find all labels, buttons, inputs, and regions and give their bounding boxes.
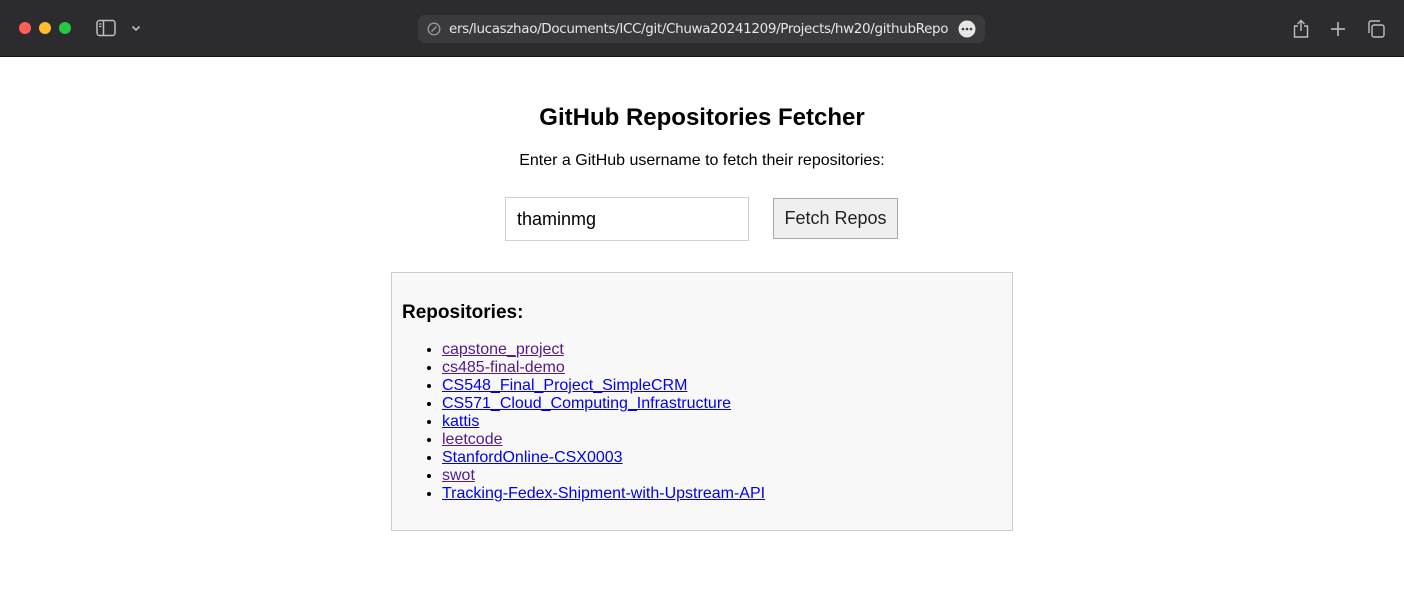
results-panel: Repositories: capstone_project cs485-fin… xyxy=(391,272,1013,531)
list-item: CS571_Cloud_Computing_Infrastructure xyxy=(442,395,765,413)
username-input[interactable] xyxy=(505,197,749,241)
minimize-window-icon[interactable] xyxy=(39,22,51,34)
list-item: cs485-final-demo xyxy=(442,359,765,377)
repo-link[interactable]: capstone_project xyxy=(442,341,564,358)
address-bar[interactable]: ers/lucaszhao/Documents/ICC/git/Chuwa202… xyxy=(418,15,985,43)
repo-link[interactable]: CS571_Cloud_Computing_Infrastructure xyxy=(442,395,731,412)
list-item: CS548_Final_Project_SimpleCRM xyxy=(442,377,765,395)
repo-list: capstone_project cs485-final-demo CS548_… xyxy=(402,341,765,503)
list-item: capstone_project xyxy=(442,341,765,359)
zoom-window-icon[interactable] xyxy=(59,22,71,34)
list-item: kattis xyxy=(442,413,765,431)
list-item: leetcode xyxy=(442,431,765,449)
list-item: Tracking-Fedex-Shipment-with-Upstream-AP… xyxy=(442,485,765,503)
share-icon[interactable] xyxy=(1291,19,1311,39)
tabs-overview-icon[interactable] xyxy=(1366,19,1386,39)
repo-link[interactable]: Tracking-Fedex-Shipment-with-Upstream-AP… xyxy=(442,485,765,502)
results-heading: Repositories: xyxy=(402,302,524,323)
more-icon[interactable] xyxy=(958,20,976,38)
close-window-icon[interactable] xyxy=(19,22,31,34)
url-text[interactable]: ers/lucaszhao/Documents/ICC/git/Chuwa202… xyxy=(449,15,949,43)
sidebar-icon[interactable] xyxy=(96,19,116,37)
fetch-repos-button[interactable]: Fetch Repos xyxy=(773,198,898,239)
repo-link[interactable]: StanfordOnline-CSX0003 xyxy=(442,449,623,466)
site-info-icon[interactable] xyxy=(427,22,441,36)
repo-link[interactable]: CS548_Final_Project_SimpleCRM xyxy=(442,377,687,394)
browser-toolbar: ers/lucaszhao/Documents/ICC/git/Chuwa202… xyxy=(0,0,1404,57)
page-title: GitHub Repositories Fetcher xyxy=(539,104,865,131)
chevron-down-icon[interactable] xyxy=(130,22,142,34)
page-subtitle: Enter a GitHub username to fetch their r… xyxy=(519,152,885,169)
plus-icon[interactable] xyxy=(1328,19,1348,39)
list-item: StanfordOnline-CSX0003 xyxy=(442,449,765,467)
repo-link[interactable]: cs485-final-demo xyxy=(442,359,565,376)
list-item: swot xyxy=(442,467,765,485)
repo-link[interactable]: swot xyxy=(442,467,475,484)
repo-link[interactable]: kattis xyxy=(442,413,479,430)
repo-link[interactable]: leetcode xyxy=(442,431,503,448)
